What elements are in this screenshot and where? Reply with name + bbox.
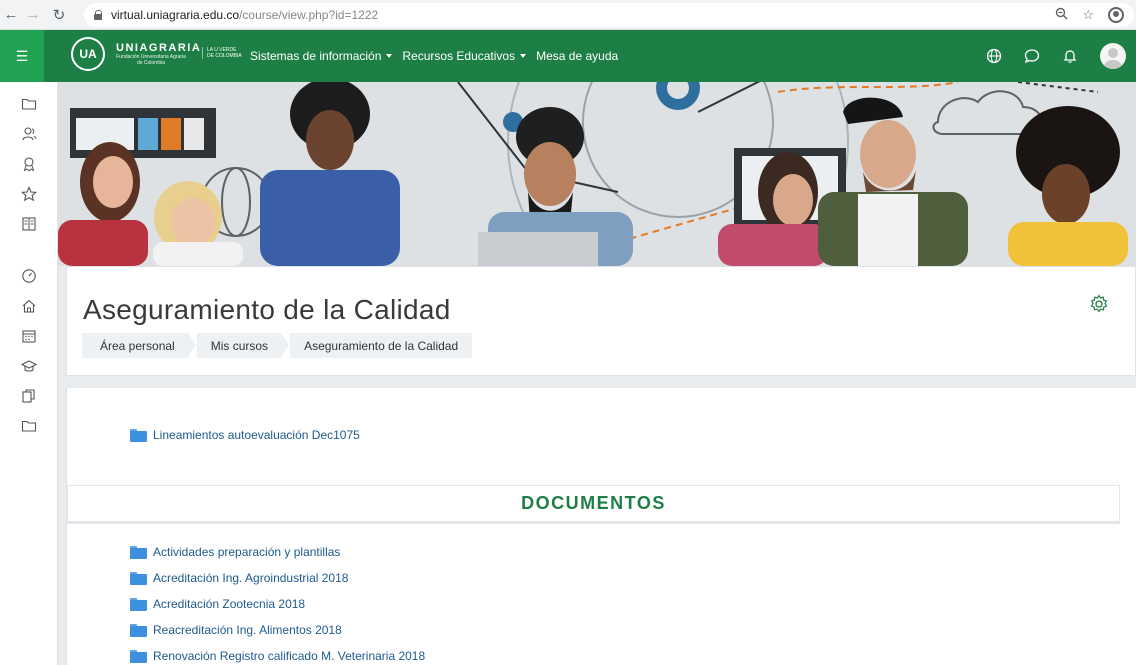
logo-sub: Fundación Universitaria Agraria de Colom…	[116, 54, 186, 66]
folder-icon	[130, 545, 147, 559]
section-title: DOCUMENTOS	[521, 493, 666, 513]
breadcrumb: Área personal Mis cursos Aseguramiento d…	[82, 332, 473, 358]
user-avatar[interactable]	[1100, 43, 1126, 69]
menu-recursos[interactable]: Recursos Educativos	[402, 49, 527, 63]
folder-icon	[130, 649, 147, 663]
forward-arrow-icon[interactable]: →	[22, 0, 44, 30]
page-title: Aseguramiento de la Calidad	[83, 294, 451, 325]
menu-label: Recursos Educativos	[402, 49, 516, 63]
folder-label: Acreditación Ing. Agroindustrial 2018	[153, 571, 349, 585]
folder-link[interactable]: Actividades preparación y plantillas	[130, 543, 340, 561]
folder-icon	[130, 428, 147, 442]
calendar-icon[interactable]	[21, 328, 37, 344]
back-arrow-icon[interactable]: ←	[0, 0, 22, 30]
url-path: /course/view.php?id=1222	[239, 8, 379, 22]
folder-icon[interactable]	[21, 96, 37, 112]
main-menu: Sistemas de información Recursos Educati…	[250, 30, 618, 82]
dashboard-icon[interactable]	[21, 268, 37, 284]
course-content: Lineamientos autoevaluación Dec1075 DOCU…	[66, 388, 1136, 665]
folder-icon	[130, 597, 147, 611]
browser-toolbar: ← → ↻ virtual.uniagraria.edu.co /course/…	[0, 0, 1136, 30]
book-icon[interactable]	[21, 216, 37, 232]
badge-icon[interactable]	[21, 156, 37, 172]
folder-label: Renovación Registro calificado M. Veteri…	[153, 649, 426, 663]
logo-name: UNIAGRARIA	[116, 42, 202, 54]
url-domain: virtual.uniagraria.edu.co	[111, 8, 240, 22]
menu-sistemas[interactable]: Sistemas de información	[250, 49, 393, 63]
logo-tagline: LA U VERDE DE COLOMBIA	[202, 47, 242, 59]
star-icon[interactable]	[20, 186, 38, 202]
caret-down-icon	[386, 54, 393, 58]
folder-icon	[130, 623, 147, 637]
breadcrumb-separator	[281, 332, 291, 357]
breadcrumb-item-course[interactable]: Aseguramiento de la Calidad	[290, 333, 473, 358]
address-bar[interactable]: virtual.uniagraria.edu.co /course/view.p…	[84, 3, 1134, 27]
folder-label: Lineamientos autoevaluación Dec1075	[153, 428, 360, 442]
folder-label: Acreditación Zootecnia 2018	[153, 597, 306, 611]
users-icon[interactable]	[21, 126, 37, 142]
folder-icon[interactable]	[21, 418, 37, 434]
logo-icon[interactable]: UA	[71, 37, 105, 71]
folder-label: Actividades preparación y plantillas	[153, 545, 341, 559]
gear-icon[interactable]	[1089, 294, 1109, 314]
home-icon[interactable]	[21, 298, 37, 314]
lock-icon	[94, 10, 103, 20]
menu-label: Mesa de ayuda	[536, 49, 619, 63]
top-navbar: ☰ UA UNIAGRARIA Fundación Universitaria …	[0, 30, 1136, 82]
zoom-icon[interactable]	[1055, 7, 1068, 23]
reload-icon[interactable]: ↻	[44, 0, 74, 30]
folder-icon	[130, 571, 147, 585]
folder-link[interactable]: Lineamientos autoevaluación Dec1075	[130, 426, 360, 444]
menu-label: Sistemas de información	[250, 49, 382, 63]
graduation-cap-icon[interactable]	[20, 358, 38, 374]
breadcrumb-item-mis-cursos[interactable]: Mis cursos	[196, 333, 283, 358]
notifications-bell-icon[interactable]	[1062, 48, 1078, 64]
folder-link[interactable]: Reacreditación Ing. Alimentos 2018	[130, 621, 342, 639]
caret-down-icon	[520, 54, 527, 58]
language-globe-icon[interactable]	[986, 48, 1002, 64]
folder-link[interactable]: Acreditación Zootecnia 2018	[130, 595, 305, 613]
hamburger-menu-icon[interactable]: ☰	[0, 30, 44, 82]
bookmark-star-icon[interactable]: ☆	[1082, 7, 1094, 23]
folder-link[interactable]: Renovación Registro calificado M. Veteri…	[130, 647, 425, 665]
section-header: DOCUMENTOS	[67, 485, 1120, 524]
breadcrumb-item-area-personal[interactable]: Área personal	[82, 333, 189, 358]
files-icon[interactable]	[21, 388, 37, 404]
breadcrumb-separator	[187, 332, 197, 357]
messages-icon[interactable]	[1024, 48, 1040, 64]
logo-text[interactable]: UNIAGRARIA Fundación Universitaria Agrar…	[116, 42, 201, 66]
menu-mesa-ayuda[interactable]: Mesa de ayuda	[536, 49, 618, 63]
folder-link[interactable]: Acreditación Ing. Agroindustrial 2018	[130, 569, 348, 587]
profile-icon[interactable]	[1108, 7, 1124, 23]
left-drawer	[0, 82, 58, 665]
course-header: Aseguramiento de la Calidad Área persona…	[66, 266, 1136, 376]
course-banner-image	[58, 82, 1136, 266]
folder-label: Reacreditación Ing. Alimentos 2018	[153, 623, 342, 637]
